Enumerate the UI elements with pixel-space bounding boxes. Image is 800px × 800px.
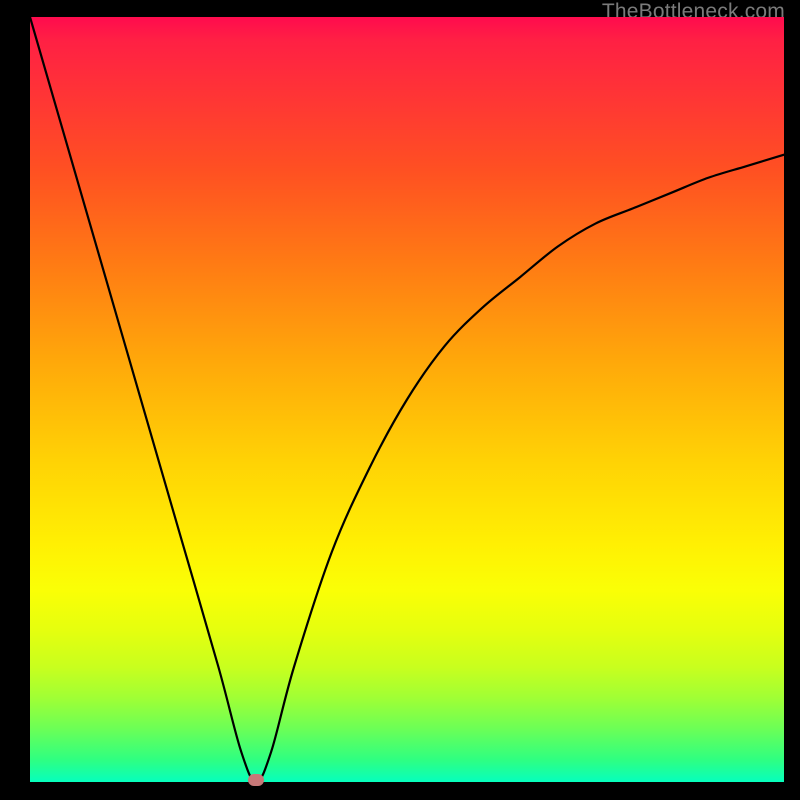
- chart-container: TheBottleneck.com: [0, 0, 800, 800]
- bottleneck-curve: [30, 17, 784, 782]
- optimal-point-marker: [248, 774, 264, 786]
- plot-area: [30, 17, 784, 782]
